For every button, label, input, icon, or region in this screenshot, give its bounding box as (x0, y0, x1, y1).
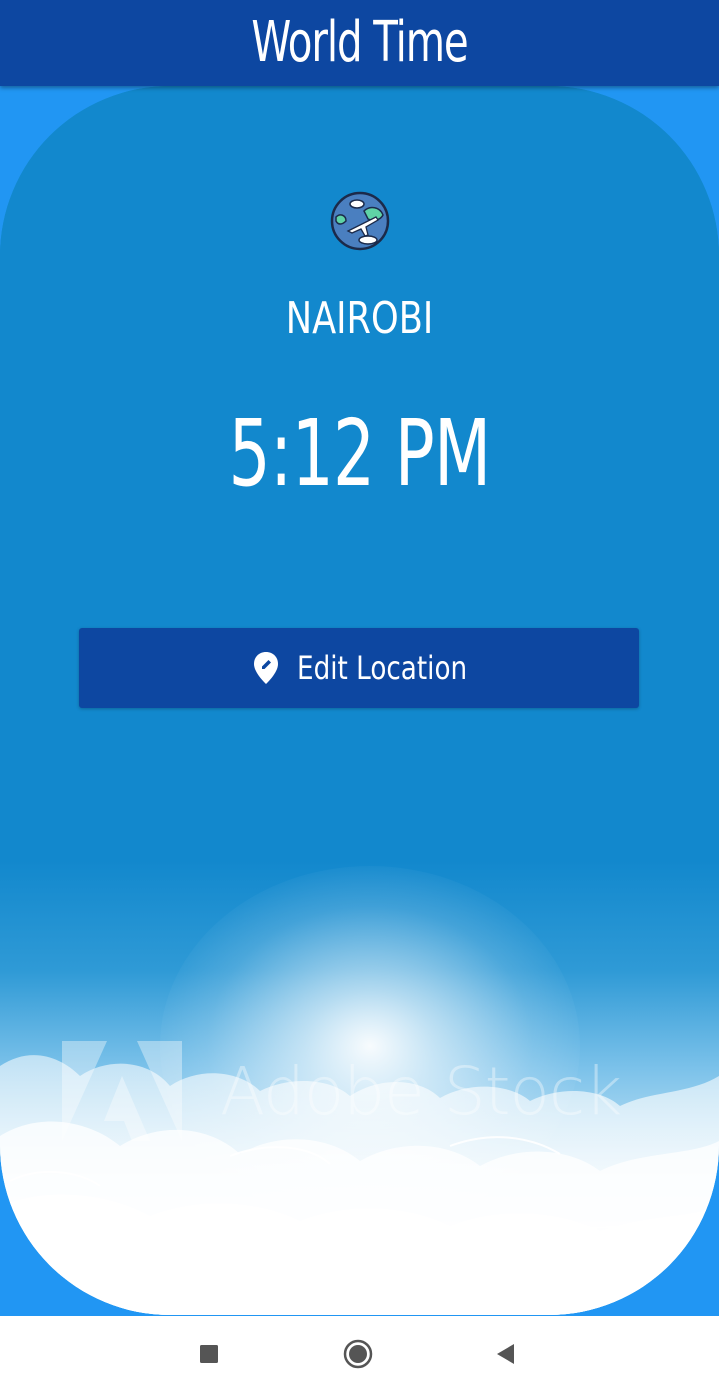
globe-airplane-icon (330, 191, 390, 251)
local-time: 5:12 PM (228, 400, 492, 507)
app-title: World Time (251, 10, 468, 75)
edit-location-button[interactable]: Edit Location (79, 628, 639, 708)
watermark-text: Adobe Stock (220, 1053, 622, 1130)
city-name: NAIROBI (285, 293, 434, 344)
recents-square-icon[interactable] (193, 1338, 225, 1370)
location-card: Adobe Stock NAIROBI 5:12 PM Edit Locatio… (0, 86, 719, 1315)
adobe-stock-watermark: Adobe Stock (62, 1041, 662, 1151)
edit-location-content: Edit Location (79, 628, 639, 708)
app-bar: World Time (0, 0, 719, 86)
location-pin-edit-icon (254, 652, 279, 684)
edit-location-label: Edit Location (297, 649, 468, 687)
home-circle-icon[interactable] (342, 1338, 374, 1370)
adobe-logo-icon (62, 1041, 182, 1141)
system-navigation-bar (0, 1316, 719, 1392)
app-screen: World Time Adobe Stock NAIROBI 5:12 PM E… (0, 0, 719, 1316)
back-triangle-icon[interactable] (490, 1338, 522, 1370)
